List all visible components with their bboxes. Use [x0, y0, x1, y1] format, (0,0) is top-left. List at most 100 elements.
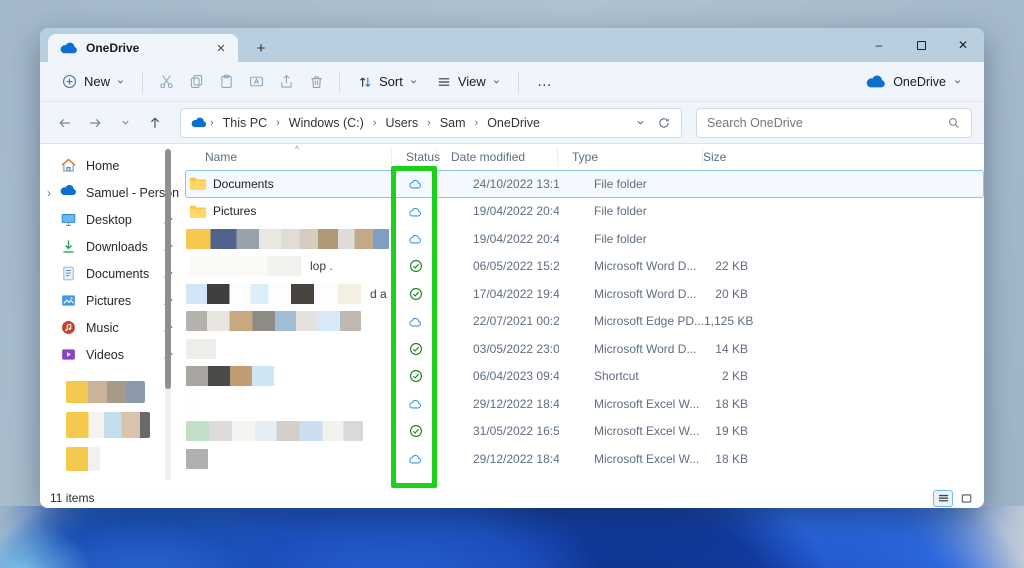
desktop-icon [60, 211, 77, 228]
file-row[interactable]: lop . 06/05/2022 15:26 Microsoft Word D.… [185, 253, 984, 281]
back-button[interactable] [52, 110, 78, 136]
chevron-right-icon[interactable]: › [47, 186, 51, 200]
share-button[interactable] [271, 67, 301, 97]
date-modified-cell: 29/12/2022 18:47 [473, 451, 559, 466]
sidebar-item[interactable]: › Desktop [42, 206, 183, 233]
large-icons-view-toggle[interactable] [956, 490, 976, 507]
file-row[interactable]: 0p 19/04/2022 20:49 File folder [185, 225, 984, 253]
sidebar-item[interactable]: › Home [42, 152, 183, 179]
name-cell: Documents [186, 176, 393, 191]
sidebar-item[interactable]: › Documents [42, 260, 183, 287]
tab-close-icon[interactable]: ✕ [212, 39, 230, 57]
view-toggles [933, 489, 976, 507]
music-icon [60, 319, 77, 336]
file-row[interactable]: 22/07/2021 00:23 Microsoft Edge PD... 1,… [185, 308, 984, 336]
file-row[interactable]: d a . 17/04/2022 19:46 Microsoft Word D.… [185, 280, 984, 308]
new-button[interactable]: New [52, 68, 134, 95]
paste-button[interactable] [211, 67, 241, 97]
sidebar-scrollbar-thumb[interactable] [165, 149, 171, 389]
toolbar-divider [517, 70, 519, 93]
file-row[interactable]: 29/12/2022 18:47 Microsoft Excel W... 18… [185, 445, 984, 473]
new-tab-button[interactable]: + [248, 35, 274, 61]
file-row[interactable]: 06/04/2023 09:48 Shortcut 2 KB [185, 363, 984, 391]
file-row[interactable]: 29/12/2022 18:49 Microsoft Excel W... 18… [185, 390, 984, 418]
minimize-button[interactable]: – [858, 30, 900, 60]
sidebar-item[interactable]: › Samuel - Person [42, 179, 183, 206]
search-box[interactable] [696, 107, 972, 138]
address-dropdown-chevron[interactable] [629, 110, 651, 136]
name-cell: d a . [186, 283, 393, 304]
breadcrumb-sam[interactable]: Sam [434, 113, 472, 133]
date-modified-cell: 17/04/2022 19:46 [473, 286, 559, 301]
cut-button[interactable] [151, 67, 181, 97]
refresh-icon[interactable] [653, 110, 675, 136]
file-name-fragment: lop . [310, 259, 333, 274]
type-cell: Microsoft Edge PD... [594, 314, 704, 329]
column-header-type[interactable]: Type [558, 148, 703, 166]
rename-button[interactable] [241, 67, 271, 97]
sort-button[interactable]: Sort [348, 69, 427, 95]
folder-icon [189, 176, 207, 191]
column-header-status[interactable]: Status [392, 148, 440, 166]
file-row[interactable]: 03/05/2022 23:08 Microsoft Word D... 14 … [185, 335, 984, 363]
size-cell: 14 KB [715, 341, 748, 356]
file-name-fragment: d a . [370, 286, 393, 301]
type-cell: Microsoft Word D... [594, 259, 697, 274]
redacted-file-name [186, 311, 361, 332]
toolbar-divider [142, 70, 144, 93]
sidebar-item-label: Videos [86, 347, 124, 362]
breadcrumb-windows-c[interactable]: Windows (C:) [283, 113, 370, 133]
file-row[interactable]: 31/05/2022 16:56 Microsoft Excel W... 19… [185, 418, 984, 446]
breadcrumb-onedrive[interactable]: OneDrive [481, 113, 546, 133]
view-lines-icon [436, 74, 452, 90]
column-header-name[interactable]: Name [185, 148, 392, 166]
more-options-button[interactable]: … [527, 73, 563, 90]
sidebar-item[interactable]: › Downloads [42, 233, 183, 260]
status-cell [393, 178, 438, 189]
size-cell: 18 KB [715, 451, 748, 466]
onedrive-cloud-icon [60, 42, 78, 54]
view-button[interactable]: View [427, 69, 510, 95]
status-cell [393, 342, 438, 356]
sidebar-item[interactable]: › Music [42, 314, 183, 341]
recent-locations-chevron[interactable] [112, 110, 138, 136]
details-view-toggle[interactable] [933, 489, 953, 507]
chevron-down-icon [953, 77, 962, 86]
breadcrumb-separator: › [427, 116, 431, 129]
cloud-status-icon [408, 178, 423, 189]
up-button[interactable] [142, 110, 168, 136]
close-button[interactable]: ✕ [942, 30, 984, 60]
file-rows: Documents 24/10/2022 13:14 File folder P… [185, 170, 984, 473]
cloud-status-icon [408, 453, 423, 464]
delete-button[interactable] [301, 67, 331, 97]
onedrive-menu-button[interactable]: OneDrive [856, 70, 972, 94]
maximize-icon [916, 40, 926, 50]
breadcrumb-bar[interactable]: › This PC › Windows (C:) › Users › Sam ›… [180, 107, 682, 138]
status-cell [393, 398, 438, 409]
maximize-button[interactable] [900, 30, 942, 60]
date-modified-cell: 31/05/2022 16:56 [473, 424, 559, 439]
breadcrumb-users[interactable]: Users [379, 113, 424, 133]
onedrive-cloud-icon [191, 117, 207, 128]
sidebar-item-label: Documents [86, 266, 150, 281]
file-explorer-window: OneDrive ✕ + – ✕ New Sort View … OneDriv… [40, 28, 984, 508]
chevron-down-icon [409, 77, 418, 86]
sidebar-item[interactable]: › Videos [42, 341, 183, 368]
file-row[interactable]: Documents 24/10/2022 13:14 File folder [185, 170, 984, 198]
documents-icon [60, 265, 77, 282]
file-list-pane: ^ Name Status Date modified Type Size Do… [185, 144, 984, 488]
status-cell [393, 287, 438, 301]
status-cell [393, 206, 438, 217]
copy-button[interactable] [181, 67, 211, 97]
synced-status-icon [409, 342, 423, 356]
column-header-date[interactable]: Date modified [437, 148, 558, 166]
forward-button[interactable] [82, 110, 108, 136]
breadcrumb-this-pc[interactable]: This PC [217, 113, 273, 133]
tab-onedrive[interactable]: OneDrive ✕ [48, 34, 238, 62]
onedrive-cloud-icon [866, 75, 886, 88]
file-row[interactable]: Pictures 19/04/2022 20:49 File folder [185, 198, 984, 226]
status-cell [393, 453, 438, 464]
sidebar-item[interactable]: › Pictures [42, 287, 183, 314]
search-input[interactable] [707, 115, 941, 130]
column-header-size[interactable]: Size [703, 148, 755, 166]
